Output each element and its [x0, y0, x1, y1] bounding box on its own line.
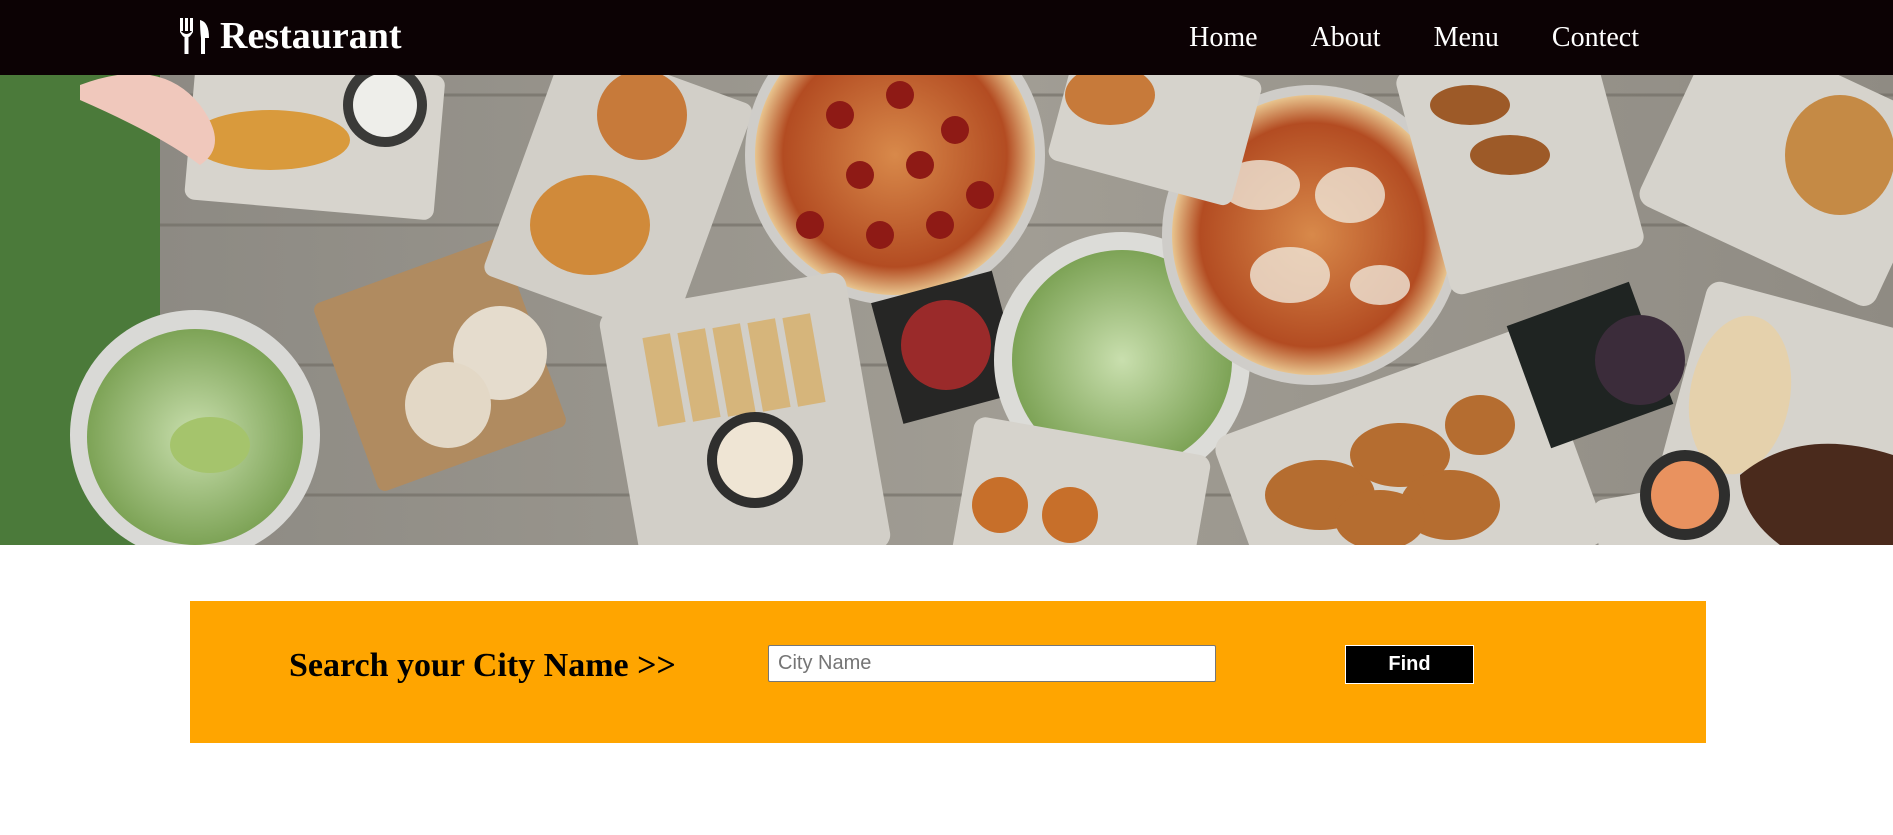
nav-link-contact[interactable]: Contect [1552, 22, 1639, 54]
navbar: Restaurant Home About Menu Contect [0, 0, 1893, 75]
find-button[interactable]: Find [1345, 645, 1474, 684]
hero-food-image [0, 75, 1893, 545]
search-label: Search your City Name >> [289, 647, 676, 684]
utensils-icon [178, 16, 214, 56]
nav-link-about[interactable]: About [1311, 22, 1381, 54]
nav-menu: Home About Menu Contect [1136, 0, 1639, 75]
nav-link-menu[interactable]: Menu [1434, 22, 1499, 54]
brand[interactable]: Restaurant [178, 12, 402, 60]
nav-link-home[interactable]: Home [1189, 22, 1257, 54]
hero-banner [0, 75, 1893, 545]
city-name-input[interactable] [768, 645, 1216, 682]
brand-name: Restaurant [220, 15, 402, 57]
search-panel: Search your City Name >> Find [190, 601, 1706, 743]
